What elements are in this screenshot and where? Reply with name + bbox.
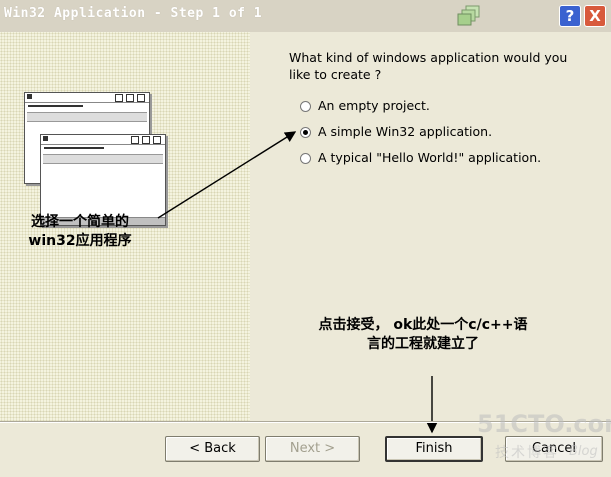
arrow-to-option — [157, 131, 297, 219]
separator — [0, 421, 611, 423]
next-button[interactable]: Next > — [265, 436, 360, 462]
finish-button[interactable]: Finish — [385, 436, 483, 462]
annotation-bottom: 点击接受， ok此处一个c/c++语言的工程就建立了 — [318, 317, 528, 352]
back-button[interactable]: < Back — [165, 436, 260, 462]
annotation-left: 选择一个简单的win32应用程序 — [28, 214, 132, 249]
cancel-button[interactable]: Cancel — [505, 436, 603, 462]
